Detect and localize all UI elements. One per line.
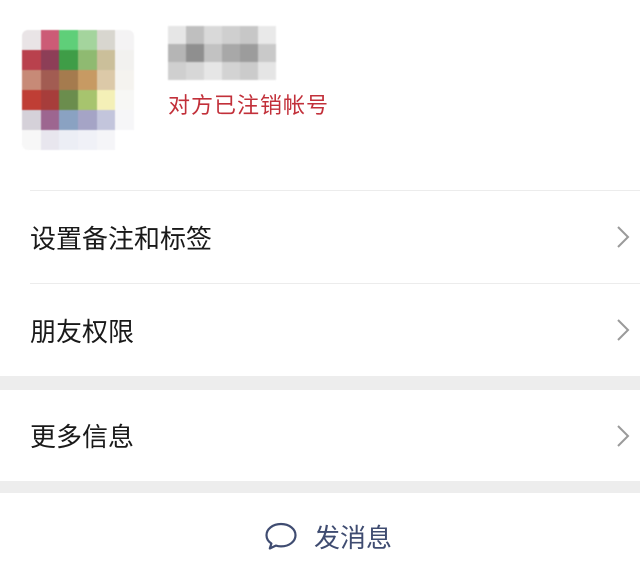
more-info-item[interactable]: 更多信息 xyxy=(0,390,640,481)
more-info-label: 更多信息 xyxy=(30,423,135,453)
remark-and-tags-label: 设置备注和标签 xyxy=(30,224,213,255)
remark-and-tags-item[interactable]: 设置备注和标签 xyxy=(0,191,640,283)
avatar[interactable] xyxy=(22,30,134,150)
send-message-label: 发消息 xyxy=(314,523,393,554)
chevron-right-icon xyxy=(617,319,630,341)
section-separator xyxy=(0,481,640,493)
chevron-right-icon xyxy=(617,424,630,447)
profile-header: 对方已注销帐号 xyxy=(0,0,640,190)
friend-permissions-item[interactable]: 朋友权限 xyxy=(0,284,640,376)
send-message-button[interactable]: 发消息 xyxy=(0,493,640,578)
nickname-blurred xyxy=(168,26,276,80)
account-status-text: 对方已注销帐号 xyxy=(168,94,330,119)
friend-permissions-label: 朋友权限 xyxy=(30,317,135,348)
section-separator xyxy=(0,376,640,390)
chat-bubble-icon xyxy=(265,522,297,550)
chevron-right-icon xyxy=(617,226,630,248)
